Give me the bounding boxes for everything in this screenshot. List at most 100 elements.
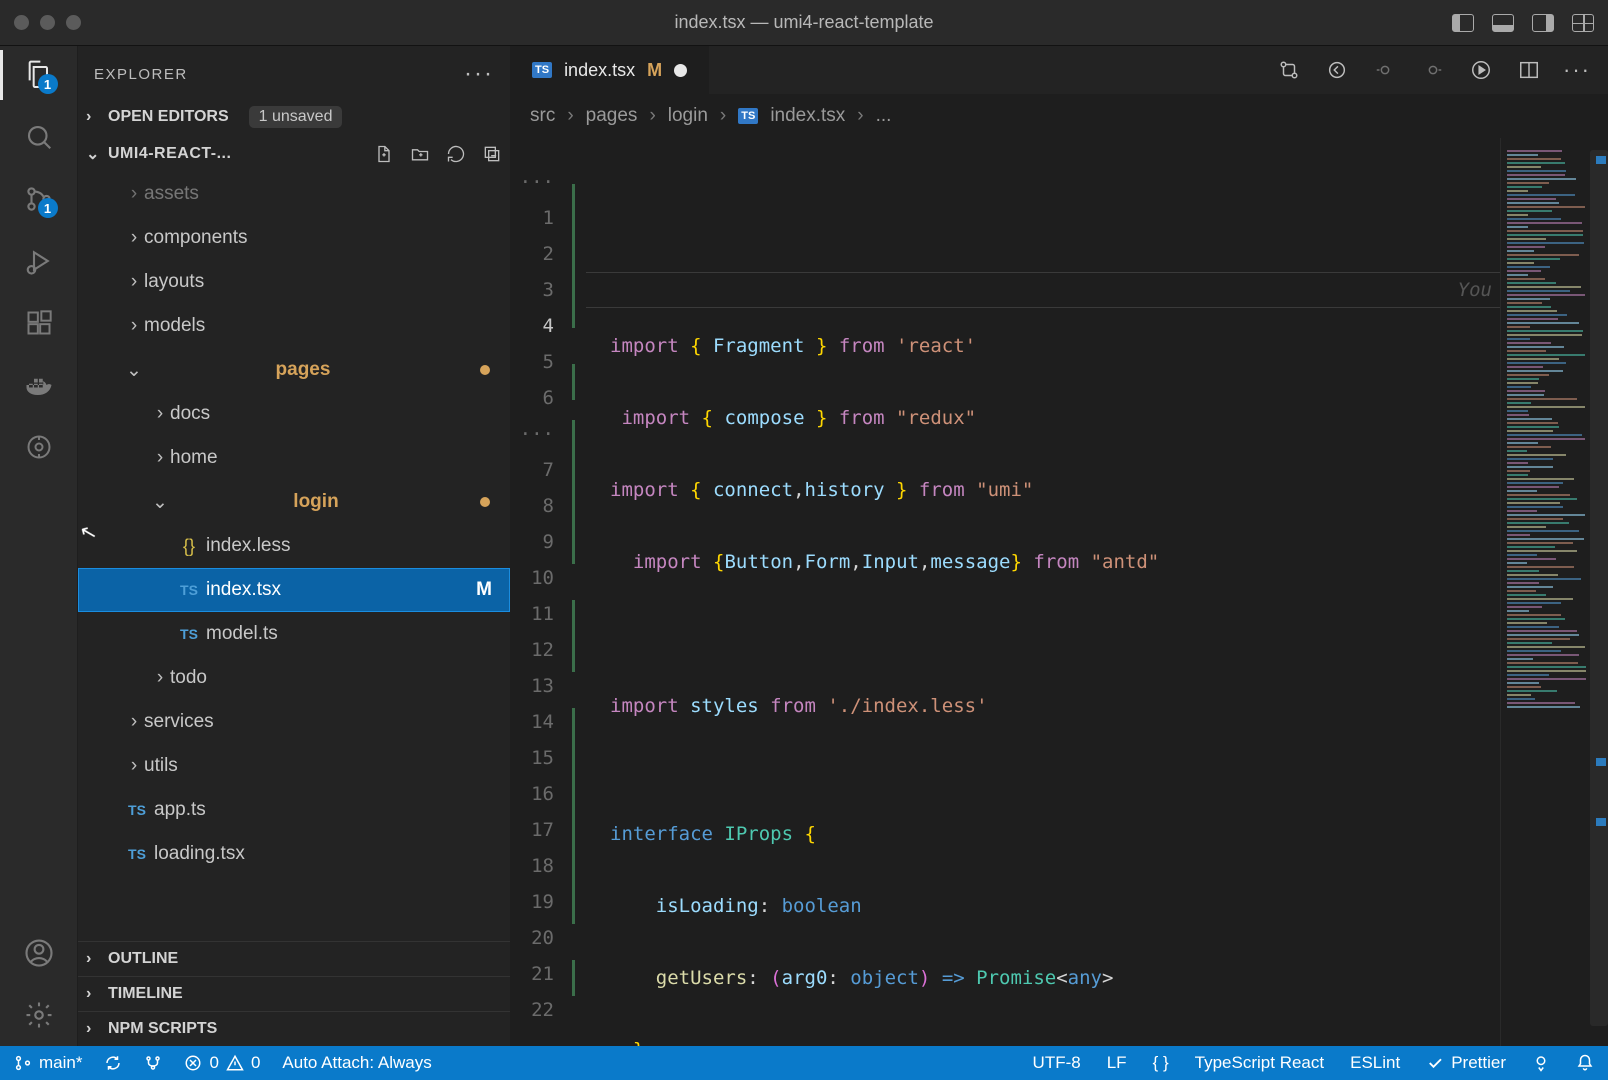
docker-icon[interactable] [22,368,56,402]
tree-folder-models[interactable]: ›models [78,304,510,348]
modified-dot-icon [480,365,490,375]
run-icon[interactable] [1470,59,1492,81]
status-graph-icon[interactable] [144,1054,162,1072]
run-debug-icon[interactable] [22,244,56,278]
code-content[interactable]: You import { Fragment } from 'react' imp… [586,138,1500,1046]
tab-indextsx[interactable]: TS index.tsx M [510,46,709,94]
status-bar: main* 0 0 Auto Attach: Always UTF-8 LF {… [0,1046,1608,1080]
status-feedback-icon[interactable] [1532,1054,1550,1072]
tree-file-appts[interactable]: TSapp.ts [78,788,510,832]
ts-file-icon: TS [176,626,202,642]
tree-file-indextsx[interactable]: TSindex.tsxM [78,568,510,612]
explorer-badge: 1 [38,74,58,94]
tree-folder-home[interactable]: ›home [78,436,510,480]
ts-file-icon: TS [738,108,758,124]
status-prettier[interactable]: Prettier [1426,1053,1506,1073]
sidebar: EXPLORER ··· › OPEN EDITORS 1 unsaved ⌄ … [78,46,510,1046]
scm-badge: 1 [38,198,58,218]
inline-suggestion: You [1458,272,1492,308]
status-eol[interactable]: LF [1107,1053,1127,1073]
modified-dot-icon [480,497,490,507]
breadcrumb-more[interactable]: ... [876,105,892,127]
ts-file-icon: TS [176,582,202,598]
new-folder-icon[interactable] [410,144,430,164]
tree-file-indexless[interactable]: {}index.less [78,524,510,568]
minimap-change-marker [1596,818,1606,826]
line-gutter: ··· 123456 ··· 7891011121314151617181920… [510,138,570,1046]
prev-change-icon[interactable] [1374,59,1396,81]
outline-section[interactable]: ›OUTLINE [78,941,510,976]
tree-folder-docs[interactable]: ›docs [78,392,510,436]
tree-folder-utils[interactable]: ›utils [78,744,510,788]
toggle-primary-sidebar-icon[interactable] [1452,14,1474,32]
open-editors-label: OPEN EDITORS [108,108,229,126]
minimap-viewport[interactable] [1590,150,1608,1026]
breadcrumb[interactable]: src› pages› login› TS index.tsx› ... [510,94,1608,138]
tree-folder-todo[interactable]: ›todo [78,656,510,700]
tree-folder-assets[interactable]: ›assets [78,172,510,216]
go-back-icon[interactable] [1326,59,1348,81]
minimap-change-marker [1596,758,1606,766]
folder-name-label: UMI4-REACT-... [108,145,231,163]
fold-bar [570,138,586,1046]
next-change-icon[interactable] [1422,59,1444,81]
minimap-change-marker [1596,156,1606,164]
status-encoding[interactable]: UTF-8 [1033,1053,1081,1073]
less-file-icon: {} [176,536,202,557]
open-editors-section[interactable]: › OPEN EDITORS 1 unsaved [78,98,510,136]
breadcrumb-segment[interactable]: index.tsx [770,105,845,127]
new-file-icon[interactable] [374,144,394,164]
tab-bar: TS index.tsx M ··· [510,46,1608,94]
account-icon[interactable] [22,936,56,970]
sidebar-more-icon[interactable]: ··· [464,60,494,88]
refresh-icon[interactable] [446,144,466,164]
tree-file-modelts[interactable]: TSmodel.ts [78,612,510,656]
status-eslint[interactable]: ESLint [1350,1053,1400,1073]
collapse-all-icon[interactable] [482,144,502,164]
status-sync-icon[interactable] [104,1054,122,1072]
ts-file-icon: TS [532,62,552,78]
explorer-icon[interactable]: 1 [22,58,56,92]
code-editor[interactable]: ··· 123456 ··· 7891011121314151617181920… [510,138,1608,1046]
window-title: index.tsx — umi4-react-template [0,12,1608,33]
breadcrumb-segment[interactable]: pages [586,105,638,127]
dirty-indicator-icon [674,64,687,77]
sidebar-header: EXPLORER ··· [78,46,510,98]
status-language[interactable]: TypeScript React [1195,1053,1324,1073]
minimap[interactable] [1500,138,1608,1046]
file-tree: ›assets ›components ›layouts ›models ⌄pa… [78,172,510,941]
gitlens-icon[interactable] [22,430,56,464]
customize-layout-icon[interactable] [1572,14,1594,32]
tree-folder-pages[interactable]: ⌄pages [78,348,510,392]
more-actions-icon[interactable]: ··· [1566,59,1588,81]
status-braces-icon[interactable]: { } [1153,1053,1169,1073]
title-bar: index.tsx — umi4-react-template [0,0,1608,46]
sidebar-title: EXPLORER [94,66,188,83]
search-icon[interactable] [22,120,56,154]
breadcrumb-segment[interactable]: src [530,105,555,127]
editor-area: TS index.tsx M ··· src› pages› [510,46,1608,1046]
split-editor-icon[interactable] [1518,59,1540,81]
ts-file-icon: TS [124,802,150,818]
activity-bar: 1 1 [0,46,78,1046]
status-problems[interactable]: 0 0 [184,1053,260,1073]
timeline-section[interactable]: ›TIMELINE [78,976,510,1011]
status-bell-icon[interactable] [1576,1054,1594,1072]
modified-badge: M [476,579,492,601]
tree-folder-login[interactable]: ⌄login [78,480,510,524]
tree-file-loadingtsx[interactable]: TSloading.tsx [78,832,510,876]
tree-folder-layouts[interactable]: ›layouts [78,260,510,304]
toggle-panel-icon[interactable] [1492,14,1514,32]
breadcrumb-segment[interactable]: login [668,105,708,127]
compare-changes-icon[interactable] [1278,59,1300,81]
extensions-icon[interactable] [22,306,56,340]
status-branch[interactable]: main* [14,1053,82,1073]
status-autoattach[interactable]: Auto Attach: Always [282,1053,431,1073]
folder-section[interactable]: ⌄ UMI4-REACT-... [78,136,510,172]
tree-folder-components[interactable]: ›components [78,216,510,260]
npm-scripts-section[interactable]: ›NPM SCRIPTS [78,1011,510,1046]
settings-gear-icon[interactable] [22,998,56,1032]
toggle-secondary-sidebar-icon[interactable] [1532,14,1554,32]
tree-folder-services[interactable]: ›services [78,700,510,744]
source-control-icon[interactable]: 1 [22,182,56,216]
